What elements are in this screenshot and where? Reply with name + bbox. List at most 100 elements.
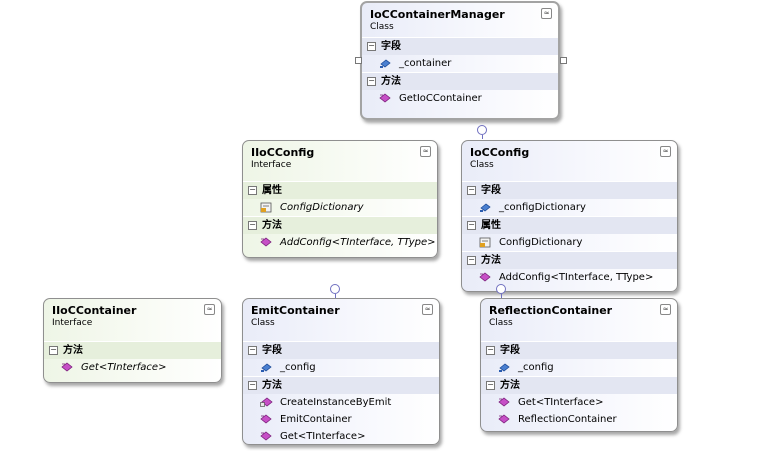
- interface-iioccontainer[interactable]: IIoCContainer Interface ≈ − 方法 Get<TInte…: [43, 298, 222, 383]
- section-properties[interactable]: − 属性: [243, 181, 437, 199]
- section-label: 字段: [500, 345, 520, 356]
- shape-header[interactable]: ReflectionContainer Class ≈: [481, 299, 677, 333]
- member-method[interactable]: AddConfig<TInterface, TType>: [462, 269, 677, 286]
- member-property[interactable]: ConfigDictionary: [243, 199, 437, 216]
- member-method[interactable]: CreateInstanceByEmit: [243, 394, 439, 411]
- selection-handle-right[interactable]: [560, 57, 567, 64]
- method-icon: [260, 431, 272, 441]
- shape-title: ReflectionContainer: [489, 304, 613, 317]
- collapse-chevron-icon[interactable]: ≈: [422, 304, 433, 315]
- section-label: 字段: [262, 345, 282, 356]
- member-method[interactable]: GetIoCContainer: [362, 90, 558, 107]
- section-label: 方法: [262, 220, 282, 231]
- section-label: 字段: [381, 41, 401, 52]
- section-fields[interactable]: − 字段: [362, 37, 558, 55]
- method-icon: [260, 237, 272, 247]
- collapse-chevron-icon[interactable]: ≈: [420, 146, 431, 157]
- shape-title: IIoCContainer: [52, 304, 137, 317]
- class-reflectioncontainer[interactable]: ReflectionContainer Class ≈ − 字段 _config…: [480, 298, 678, 432]
- field-icon: [380, 59, 391, 68]
- section-fields[interactable]: − 字段: [243, 341, 439, 359]
- section-label: 方法: [262, 380, 282, 391]
- shape-header[interactable]: EmitContainer Class ≈: [243, 299, 439, 333]
- section-properties[interactable]: − 属性: [462, 216, 677, 234]
- shape-header[interactable]: IIoCContainer Interface ≈: [44, 299, 221, 333]
- shape-header[interactable]: IIoCConfig Interface ≈: [243, 141, 437, 175]
- shape-title: IIoCConfig: [251, 146, 315, 159]
- collapse-chevron-icon[interactable]: ≈: [204, 304, 215, 315]
- shape-header[interactable]: IoCConfig Class ≈: [462, 141, 677, 175]
- member-property[interactable]: ConfigDictionary: [462, 234, 677, 251]
- shape-title: EmitContainer: [251, 304, 340, 317]
- section-label: 方法: [63, 345, 83, 356]
- section-methods[interactable]: − 方法: [481, 376, 677, 394]
- method-icon: [498, 397, 510, 407]
- selection-handle-left[interactable]: [355, 57, 362, 64]
- collapse-chevron-icon[interactable]: ≈: [541, 8, 552, 19]
- method-icon: [260, 414, 272, 424]
- section-label: 方法: [481, 255, 501, 266]
- shape-stereotype: Class: [489, 318, 513, 328]
- section-toggle-icon[interactable]: −: [367, 77, 376, 86]
- lollipop-stem: [482, 135, 483, 139]
- section-label: 属性: [262, 185, 282, 196]
- method-icon: [498, 414, 510, 424]
- interface-lollipop-emitcontainer: [330, 284, 340, 294]
- section-toggle-icon[interactable]: −: [467, 256, 476, 265]
- section-toggle-icon[interactable]: −: [49, 346, 58, 355]
- section-label: 字段: [481, 185, 501, 196]
- member-method[interactable]: ReflectionContainer: [481, 411, 677, 428]
- section-toggle-icon[interactable]: −: [248, 221, 257, 230]
- section-label: 方法: [381, 76, 401, 87]
- shape-stereotype: Class: [251, 318, 275, 328]
- section-methods[interactable]: − 方法: [462, 251, 677, 269]
- method-icon: [479, 272, 491, 282]
- section-toggle-icon[interactable]: −: [486, 346, 495, 355]
- interface-iiocconfig[interactable]: IIoCConfig Interface ≈ − 属性 ConfigDictio…: [242, 140, 438, 258]
- member-method[interactable]: EmitContainer: [243, 411, 439, 428]
- member-field[interactable]: _configDictionary: [462, 199, 677, 216]
- shape-title: IoCConfig: [470, 146, 530, 159]
- private-method-icon: [260, 397, 273, 407]
- shape-stereotype: Class: [370, 22, 394, 32]
- section-toggle-icon[interactable]: −: [367, 42, 376, 51]
- member-method[interactable]: Get<TInterface>: [481, 394, 677, 411]
- section-label: 属性: [481, 220, 501, 231]
- interface-lollipop-reflectioncontainer: [496, 284, 506, 294]
- section-toggle-icon[interactable]: −: [467, 221, 476, 230]
- section-toggle-icon[interactable]: −: [248, 381, 257, 390]
- section-fields[interactable]: − 字段: [462, 181, 677, 199]
- member-field[interactable]: _container: [362, 55, 558, 72]
- section-toggle-icon[interactable]: −: [486, 381, 495, 390]
- shape-stereotype: Interface: [52, 318, 93, 328]
- shape-title: IoCContainerManager: [370, 8, 505, 21]
- section-methods[interactable]: − 方法: [243, 216, 437, 234]
- field-icon: [261, 363, 272, 372]
- section-toggle-icon[interactable]: −: [248, 186, 257, 195]
- member-method[interactable]: AddConfig<TInterface, TType>: [243, 234, 437, 251]
- member-method[interactable]: Get<TInterface>: [243, 428, 439, 444]
- section-toggle-icon[interactable]: −: [248, 346, 257, 355]
- class-iocconfig[interactable]: IoCConfig Class ≈ − 字段 _configDictionary…: [461, 140, 678, 292]
- field-icon: [480, 203, 491, 212]
- interface-lollipop-iocconfig: [477, 125, 487, 135]
- property-icon: [479, 237, 491, 248]
- member-field[interactable]: _config: [243, 359, 439, 376]
- shape-header[interactable]: IoCContainerManager Class ≈: [362, 3, 558, 37]
- member-method[interactable]: Get<TInterface>: [44, 359, 221, 376]
- collapse-chevron-icon[interactable]: ≈: [660, 304, 671, 315]
- method-icon: [379, 93, 391, 103]
- class-iocontainermanager[interactable]: IoCContainerManager Class ≈ − 字段 _contai…: [360, 1, 560, 120]
- section-methods[interactable]: − 方法: [362, 72, 558, 90]
- section-toggle-icon[interactable]: −: [467, 186, 476, 195]
- section-methods[interactable]: − 方法: [243, 376, 439, 394]
- section-fields[interactable]: − 字段: [481, 341, 677, 359]
- collapse-chevron-icon[interactable]: ≈: [660, 146, 671, 157]
- shape-stereotype: Class: [470, 160, 494, 170]
- class-emitcontainer[interactable]: EmitContainer Class ≈ − 字段 _config − 方法 …: [242, 298, 440, 445]
- field-icon: [499, 363, 510, 372]
- member-field[interactable]: _config: [481, 359, 677, 376]
- method-icon: [61, 362, 73, 372]
- section-methods[interactable]: − 方法: [44, 341, 221, 359]
- section-label: 方法: [500, 380, 520, 391]
